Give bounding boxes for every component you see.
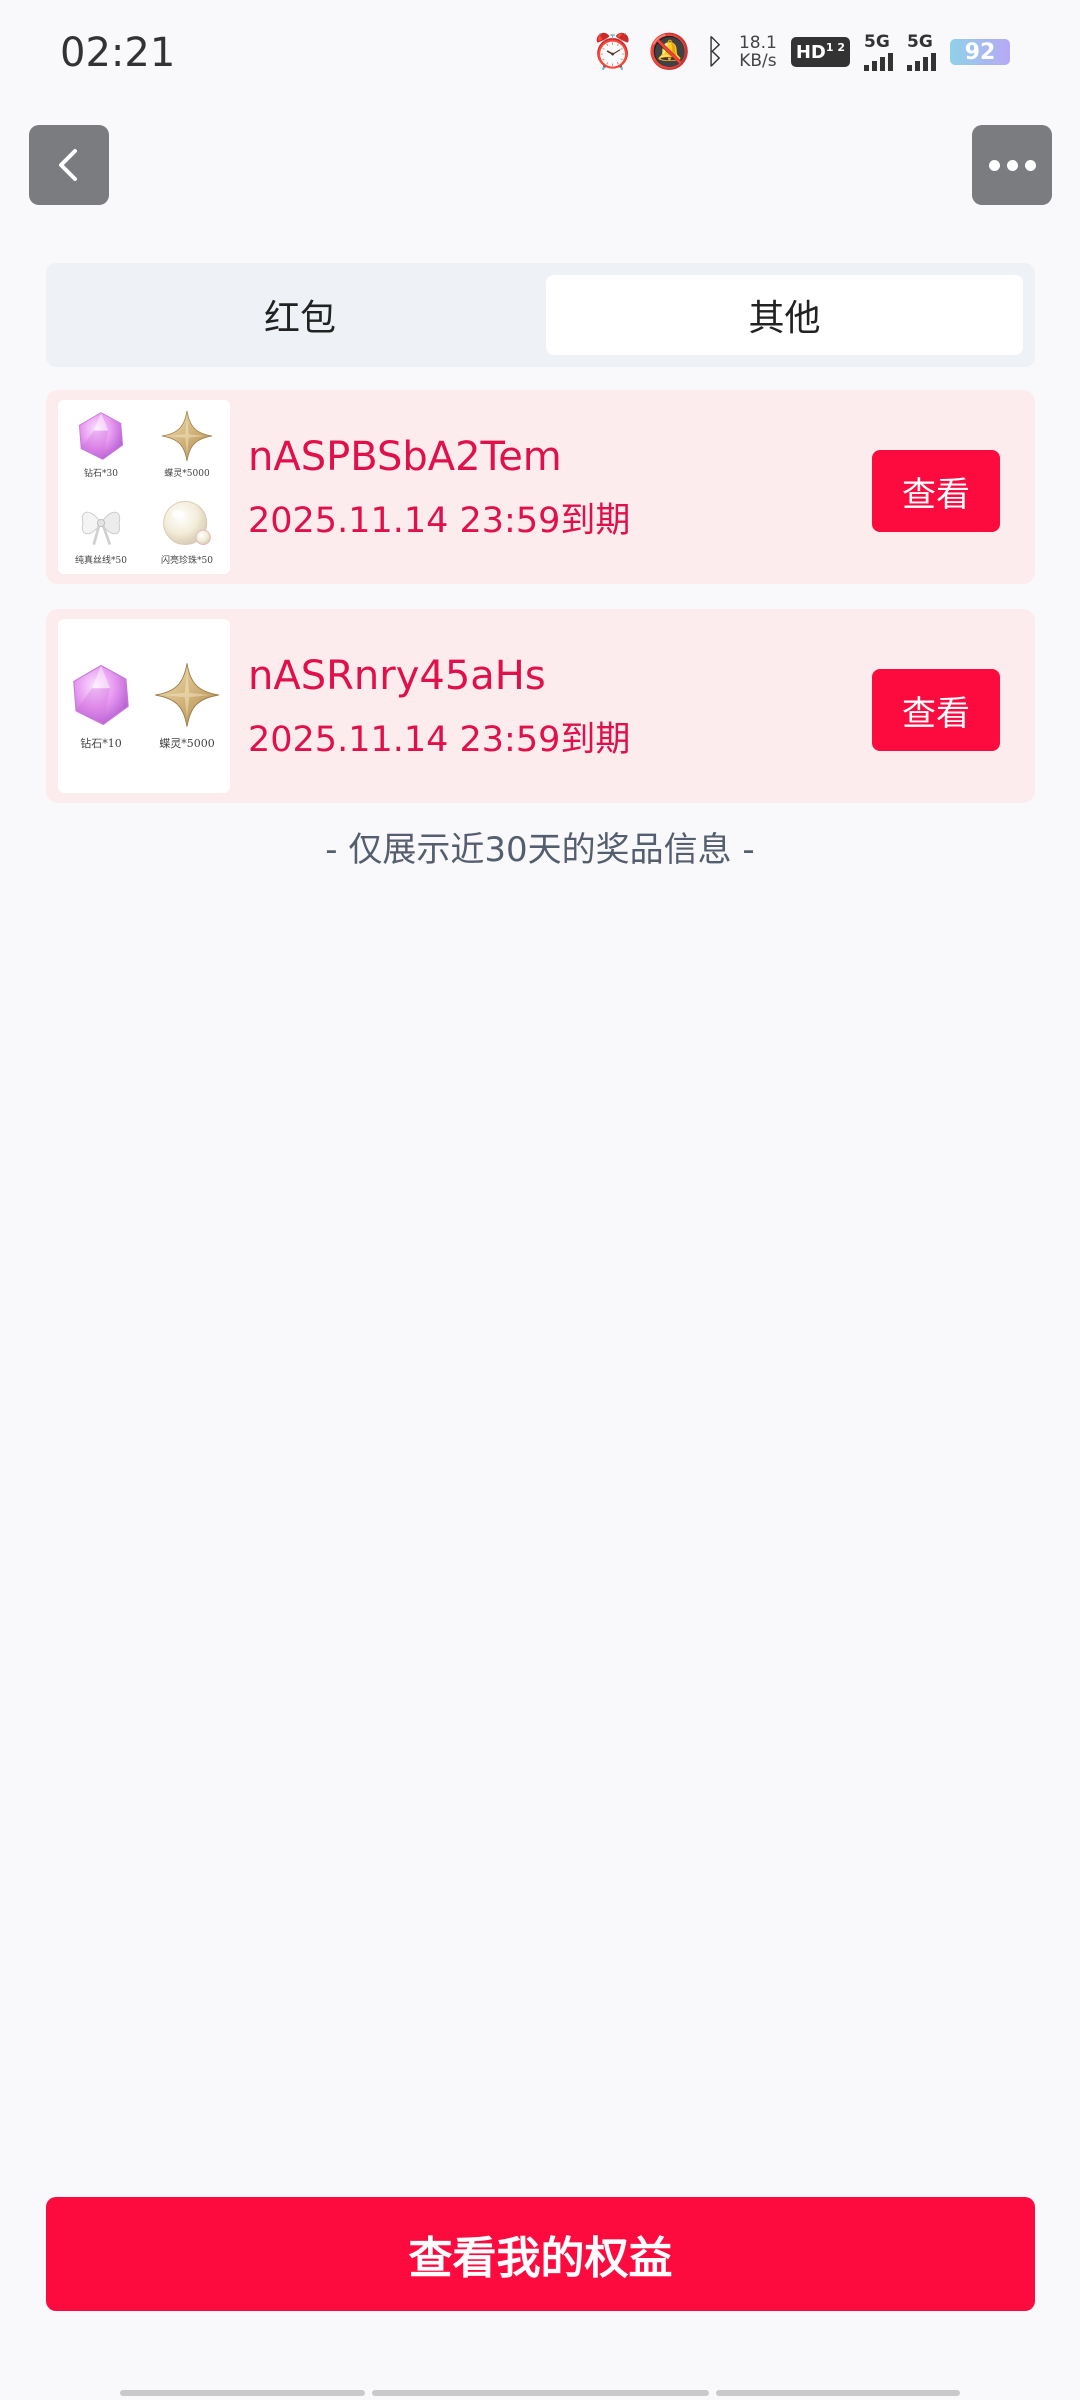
white-bow-icon <box>74 496 128 550</box>
prize-label: 蝶灵*5000 <box>159 737 215 750</box>
prize-label: 纯真丝线*50 <box>75 555 127 566</box>
bluetooth-icon: ᛒ <box>704 32 725 72</box>
prize-item: 蝶灵*5000 <box>144 400 230 487</box>
prize-item: 闪亮珍珠*50 <box>144 487 230 574</box>
view-button[interactable]: 查看 <box>872 669 1000 751</box>
net-speed: 18.1 KB/s <box>739 34 777 70</box>
prize-label: 蝶灵*5000 <box>164 468 210 479</box>
reward-expiry: 2025.11.14 23:59到期 <box>248 501 631 541</box>
home-indicator-segment <box>716 2390 960 2396</box>
net-speed-value: 18.1 <box>738 33 777 53</box>
prize-item: 钻石*30 <box>58 400 144 487</box>
prize-item: 钻石*10 <box>58 661 144 751</box>
hd-voice-icon: HD1 2 <box>790 37 850 67</box>
prize-item: 蝶灵*5000 <box>144 661 230 751</box>
prize-label: 闪亮珍珠*50 <box>161 555 213 566</box>
mute-bell-icon: 🔕 <box>648 32 691 72</box>
reward-card: 钻石*10 蝶灵*5000 nASRnry45aHs 2025.11.14 23… <box>46 609 1035 803</box>
notice-text: - 仅展示近30天的奖品信息 - <box>325 830 755 870</box>
prize-label: 钻石*10 <box>80 737 122 750</box>
status-icons: ⏰ 🔕 ᛒ 18.1 KB/s HD1 2 5G 5G 92 <box>592 32 1010 72</box>
signal-sim1: 5G <box>864 33 893 71</box>
gold-butterfly-star-icon <box>153 661 221 729</box>
status-time: 02:21 <box>60 30 176 76</box>
chevron-left-icon <box>59 149 77 181</box>
tab-other[interactable]: 其他 <box>546 275 1023 355</box>
pink-diamond-icon <box>74 409 128 463</box>
signal-bars-icon <box>907 51 936 71</box>
sim1-label: 5G <box>864 32 890 52</box>
reward-code: nASPBSbA2Tem <box>248 434 562 480</box>
reward-code: nASRnry45aHs <box>248 653 546 699</box>
more-dots-icon <box>988 159 1036 171</box>
tab-bar: 红包 其他 <box>46 263 1035 367</box>
tab-red-packet[interactable]: 红包 <box>58 275 542 355</box>
prize-thumbnail: 钻石*30 蝶灵*5000 纯真丝线*50 闪亮珍珠*50 <box>58 400 230 574</box>
alarm-icon: ⏰ <box>591 32 635 72</box>
view-my-benefits-button[interactable]: 查看我的权益 <box>46 2197 1035 2311</box>
home-indicator-segment <box>372 2390 709 2396</box>
battery-icon: 92 <box>950 39 1010 65</box>
more-button[interactable] <box>972 125 1052 205</box>
prize-item: 纯真丝线*50 <box>58 487 144 574</box>
reward-card: 钻石*30 蝶灵*5000 纯真丝线*50 闪亮珍珠*50 nASPBSbA2T… <box>46 390 1035 584</box>
signal-bars-icon <box>864 51 893 71</box>
net-speed-unit: KB/s <box>739 51 777 71</box>
home-indicator-segment <box>120 2390 365 2396</box>
gold-butterfly-star-icon <box>160 409 214 463</box>
view-button[interactable]: 查看 <box>872 450 1000 532</box>
prize-label: 钻石*30 <box>84 468 118 479</box>
reward-expiry: 2025.11.14 23:59到期 <box>248 720 631 760</box>
status-bar: 02:21 ⏰ 🔕 ᛒ 18.1 KB/s HD1 2 5G 5G 92 <box>0 0 1080 110</box>
signal-sim2: 5G <box>907 33 936 71</box>
sim2-label: 5G <box>907 32 933 52</box>
prize-thumbnail: 钻石*10 蝶灵*5000 <box>58 619 230 793</box>
back-button[interactable] <box>29 125 109 205</box>
pearl-icon <box>160 496 214 550</box>
pink-diamond-icon <box>67 661 135 729</box>
battery-level: 92 <box>964 39 996 65</box>
